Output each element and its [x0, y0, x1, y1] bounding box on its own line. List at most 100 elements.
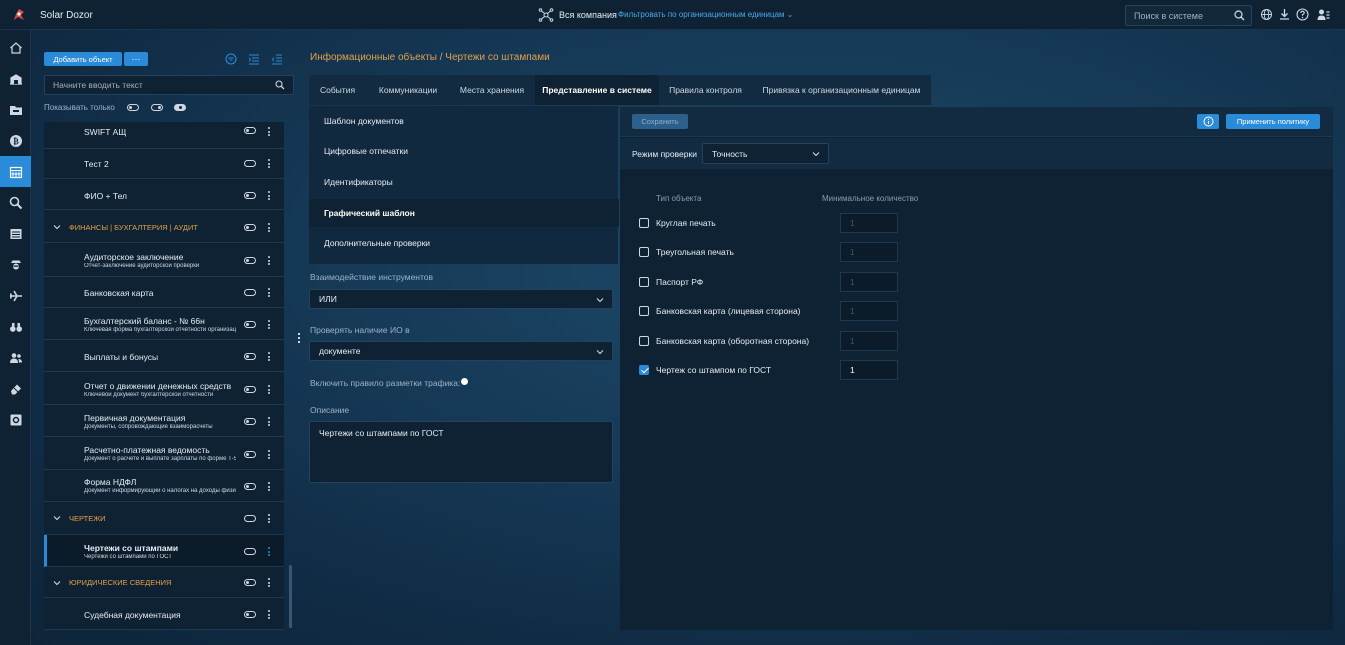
- enable-toggle[interactable]: [244, 386, 256, 393]
- tree-group[interactable]: ЧЕРТЕЖИ: [44, 502, 284, 535]
- tree-item[interactable]: Первичная документация Документы, сопров…: [44, 405, 284, 437]
- download-icon[interactable]: [1278, 8, 1291, 21]
- tree-item[interactable]: Аудиторское заключение Отчет-заключение …: [44, 243, 284, 277]
- tree-item-selected[interactable]: Чертежи со штампами Чертежи со штампами …: [44, 535, 284, 567]
- subnav-digital-fingerprints[interactable]: Цифровые отпечатки: [309, 137, 618, 165]
- check-mode-select[interactable]: Точность: [702, 143, 829, 164]
- enable-toggle[interactable]: [244, 321, 256, 328]
- nav-cleanup[interactable]: [0, 373, 31, 404]
- item-menu-icon[interactable]: [267, 450, 271, 459]
- tab-system-representation[interactable]: Представление в системе: [535, 75, 659, 105]
- object-checkbox[interactable]: [639, 306, 649, 316]
- enable-toggle[interactable]: [244, 127, 256, 134]
- item-menu-icon[interactable]: [267, 256, 271, 265]
- help-icon[interactable]: [1296, 8, 1309, 21]
- enable-toggle[interactable]: [244, 483, 256, 490]
- tree-item[interactable]: Отчет о движении денежных средств Ключев…: [44, 372, 284, 405]
- chevron-down-icon[interactable]: [53, 514, 61, 522]
- tree-group[interactable]: ФИНАНСЫ | БУХГАЛТЕРИЯ | АУДИТ: [44, 210, 284, 243]
- item-menu-icon[interactable]: [267, 320, 271, 329]
- enable-toggle[interactable]: [244, 257, 256, 264]
- nav-lists[interactable]: [0, 218, 31, 249]
- item-menu-icon[interactable]: [267, 288, 271, 297]
- solar-dozor-logo-icon[interactable]: [12, 8, 26, 22]
- item-menu-icon[interactable]: [267, 223, 271, 232]
- check-io-select[interactable]: документе: [309, 341, 613, 361]
- search-icon[interactable]: [275, 80, 285, 90]
- subnav-graphic-template[interactable]: Графический шаблон: [309, 199, 619, 227]
- min-count-input[interactable]: 1: [840, 301, 898, 321]
- show-only-enabled-toggle[interactable]: [151, 104, 163, 111]
- tree-item[interactable]: ФИО + Тел: [44, 179, 284, 210]
- more-actions-button[interactable]: ···: [124, 52, 148, 66]
- filter-circle-icon[interactable]: [225, 53, 237, 65]
- expand-all-icon[interactable]: [248, 53, 260, 65]
- tree-group[interactable]: ЮРИДИЧЕСКИЕ СВЕДЕНИЯ: [44, 567, 284, 598]
- item-menu-icon[interactable]: [267, 578, 271, 587]
- item-menu-icon[interactable]: [267, 547, 271, 556]
- nav-organization[interactable]: [0, 63, 31, 94]
- tree-item[interactable]: Выплаты и бонусы: [44, 340, 284, 372]
- tree-scrollbar[interactable]: [289, 565, 292, 628]
- nav-home[interactable]: [0, 32, 31, 63]
- nav-persons[interactable]: [0, 342, 31, 373]
- object-checkbox[interactable]: [639, 336, 649, 346]
- nav-travel[interactable]: [0, 280, 31, 311]
- globe-icon[interactable]: [1260, 8, 1273, 21]
- enable-toggle[interactable]: [244, 224, 256, 231]
- object-checkbox[interactable]: [639, 277, 649, 287]
- enable-toggle[interactable]: [244, 353, 256, 360]
- search-icon[interactable]: [1234, 10, 1245, 21]
- item-menu-icon[interactable]: [267, 127, 271, 136]
- org-structure-icon[interactable]: [538, 7, 554, 23]
- subnav-additional-checks[interactable]: Дополнительные проверки: [309, 229, 618, 257]
- enable-toggle[interactable]: [244, 579, 256, 586]
- collapse-all-icon[interactable]: [271, 53, 283, 65]
- tree-item[interactable]: Тест 2: [44, 149, 284, 179]
- tab-events[interactable]: События: [309, 75, 366, 105]
- min-count-input[interactable]: 1: [840, 360, 898, 380]
- show-only-disabled-toggle[interactable]: [127, 104, 139, 111]
- enable-toggle[interactable]: [244, 515, 256, 522]
- chevron-down-icon[interactable]: [53, 579, 61, 587]
- enable-toggle[interactable]: [244, 289, 256, 296]
- tab-storage[interactable]: Места хранения: [450, 75, 534, 105]
- tree-item[interactable]: SWIFT АЩ: [44, 122, 284, 149]
- enable-toggle[interactable]: [244, 160, 256, 167]
- item-menu-icon[interactable]: [267, 352, 271, 361]
- save-button[interactable]: Сохранить: [632, 114, 688, 129]
- nav-monitoring[interactable]: [0, 311, 31, 342]
- enable-toggle[interactable]: [244, 192, 256, 199]
- tree-item[interactable]: Бухгалтерский баланс - № 66н Ключевая фо…: [44, 308, 284, 340]
- tab-communications[interactable]: Коммуникации: [366, 75, 450, 105]
- nav-settings[interactable]: [0, 404, 31, 435]
- global-search-input[interactable]: [1126, 6, 1226, 25]
- enable-toggle[interactable]: [244, 451, 256, 458]
- user-menu-icon[interactable]: [1317, 8, 1330, 21]
- enable-toggle[interactable]: [244, 418, 256, 425]
- enable-toggle[interactable]: [244, 548, 256, 555]
- global-search[interactable]: [1125, 5, 1252, 26]
- tree-item[interactable]: Судебная документация: [44, 598, 284, 630]
- subnav-document-templates[interactable]: Шаблон документов: [309, 107, 618, 135]
- nav-crypto[interactable]: ₿: [0, 125, 31, 156]
- tree-item[interactable]: Банковская карта: [44, 277, 284, 308]
- item-menu-icon[interactable]: [267, 191, 271, 200]
- nav-agents[interactable]: [0, 249, 31, 280]
- chevron-down-icon[interactable]: [53, 223, 61, 231]
- subnav-identifiers[interactable]: Идентификаторы: [309, 168, 618, 196]
- item-menu-icon[interactable]: [267, 417, 271, 426]
- traffic-rule-toggle[interactable]: [461, 378, 468, 385]
- panel-splitter-handle[interactable]: [298, 333, 301, 345]
- item-menu-icon[interactable]: [267, 385, 271, 394]
- min-count-input[interactable]: 1: [840, 331, 898, 351]
- object-checkbox[interactable]: [639, 247, 649, 257]
- org-unit-filter-link[interactable]: Фильтровать по организационным единицам …: [618, 10, 793, 19]
- info-button[interactable]: [1197, 114, 1219, 129]
- min-count-input[interactable]: 1: [840, 213, 898, 233]
- enable-toggle[interactable]: [244, 611, 256, 618]
- company-scope[interactable]: Вся компания: [559, 10, 617, 20]
- nav-info-objects[interactable]: [0, 156, 31, 187]
- tree-item[interactable]: Расчетно-платежная ведомость Документ о …: [44, 437, 284, 470]
- show-only-all-toggle[interactable]: [174, 104, 186, 111]
